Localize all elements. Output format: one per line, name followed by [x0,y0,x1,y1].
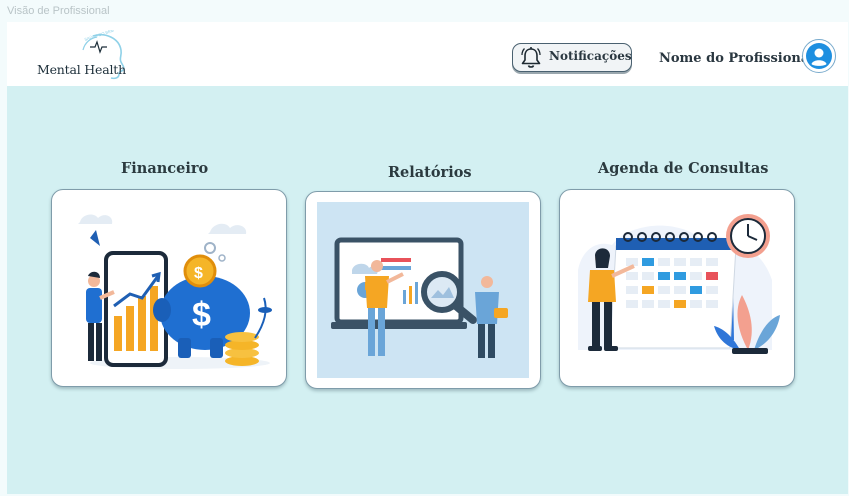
mental-health-logo[interactable]: SAÚDE DO BEM Mental Health [35,28,135,80]
top-header: SAÚDE DO BEM Mental Health Notificações … [7,22,848,86]
bell-icon [521,47,541,68]
svg-text:$: $ [194,265,203,282]
card-title-agenda: Agenda de Consultas [598,160,769,177]
card-financeiro[interactable]: $ $ [51,189,287,387]
notifications-button[interactable]: Notificações [512,43,632,72]
dashboard-main: Financeiro $ $ Relatórios Agenda de Cons… [7,86,848,494]
window-title: Visão de Profissional [7,5,110,17]
appointment-calendar-illustration [572,200,784,376]
finance-piggy-bank-illustration: $ $ [60,198,278,378]
user-avatar-button[interactable] [802,39,836,73]
card-agenda-consultas[interactable] [559,189,795,387]
logo-text: Mental Health [37,62,126,77]
svg-text:$: $ [192,296,211,334]
notifications-label: Notificações [549,49,632,63]
user-avatar-icon [806,43,832,69]
profile-name[interactable]: Nome do Profissional [659,51,814,66]
reports-analytics-illustration [317,202,529,378]
card-title-relatorios: Relatórios [388,164,472,181]
card-title-financeiro: Financeiro [121,160,209,177]
card-relatorios[interactable] [305,191,541,389]
